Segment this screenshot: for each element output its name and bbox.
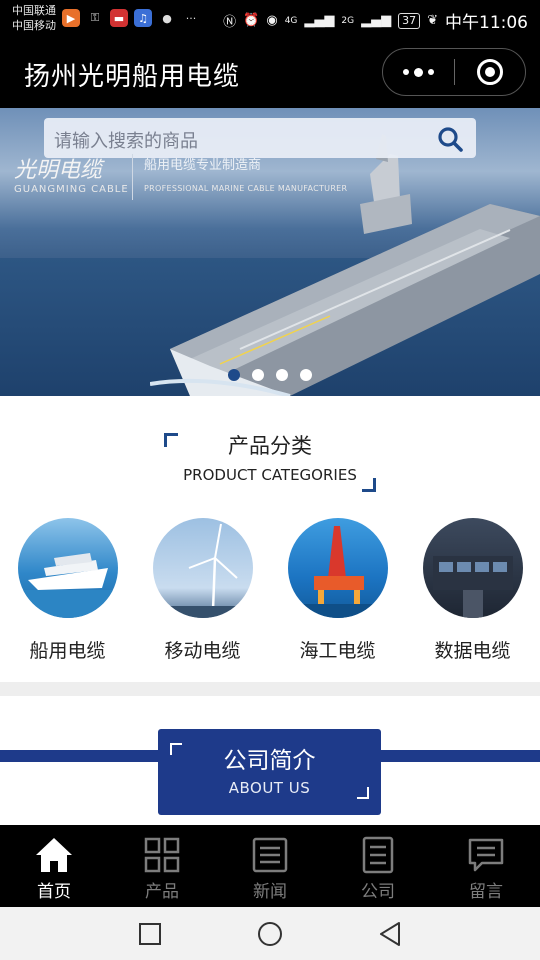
category-label: 数据电缆 <box>434 640 511 662</box>
category-item-offshore-cable[interactable]: 海工电缆 <box>270 518 405 663</box>
leaf-icon: ❦ <box>427 13 438 28</box>
title-bar: 扬州光明船用电缆 <box>0 38 540 108</box>
brand-logo-text: 光明电缆 <box>14 158 103 183</box>
aircraft-carrier-image <box>150 134 540 396</box>
grid-icon <box>144 837 180 873</box>
network-2g-label: 2G <box>341 15 355 26</box>
carousel-dot[interactable] <box>300 369 312 381</box>
list-icon <box>362 836 394 874</box>
network-4g-label: 4G <box>284 15 298 26</box>
categories-subtitle: PRODUCT CATEGORIES <box>183 466 357 484</box>
brand-english: GUANGMING CABLE <box>14 184 129 195</box>
categories-heading: 产品分类 PRODUCT CATEGORIES <box>0 418 540 498</box>
brand-divider <box>132 154 133 200</box>
banner-carousel[interactable]: 请输入搜索的商品 光明电缆 GUANGMING CABLE 船用电缆专业制造商 … <box>0 108 540 396</box>
category-label: 船用电缆 <box>29 640 106 662</box>
video-app-icon: ▶ <box>62 9 80 27</box>
cockpit-panel-image <box>422 518 523 618</box>
capsule-menu <box>382 48 526 96</box>
category-item-data-cable[interactable]: 数据电缆 <box>405 518 540 663</box>
category-label: 移动电缆 <box>164 640 241 662</box>
status-bar: 中国联通 中国移动 ▶ ⚿ ▬ ♫ ● ··· Ⓝ ⏰ ◉ 4G ▂▄▆ 2G … <box>0 0 540 38</box>
more-dot-icon <box>413 67 423 77</box>
eye-icon: ◉ <box>266 13 278 28</box>
category-item-marine-cable[interactable]: 船用电缆 <box>0 518 135 663</box>
carousel-dot[interactable] <box>276 369 288 381</box>
nfc-icon: Ⓝ <box>223 15 237 30</box>
tab-news[interactable]: 新闻 <box>216 825 324 907</box>
tab-products[interactable]: 产品 <box>108 825 216 907</box>
tab-label: 首页 <box>37 882 71 902</box>
tab-label: 留言 <box>469 882 503 902</box>
home-icon <box>36 838 72 872</box>
signal-1-icon: ▂▄▆ <box>304 13 335 28</box>
more-dot-icon <box>427 69 434 75</box>
tab-label: 公司 <box>361 882 395 902</box>
battery-icon: 37 <box>398 12 421 29</box>
system-nav-bar <box>0 907 540 960</box>
news-icon <box>252 837 288 873</box>
clock: 中午11:06 <box>445 13 528 33</box>
close-button[interactable] <box>455 49 526 95</box>
tab-company[interactable]: 公司 <box>324 825 432 907</box>
music-app-icon: ♫ <box>134 9 152 27</box>
more-notifications-icon: ··· <box>185 11 197 25</box>
close-target-icon <box>476 59 503 85</box>
news-app-icon: ▬ <box>110 9 128 27</box>
tab-home[interactable]: 首页 <box>0 825 108 907</box>
alarm-icon: ⏰ <box>243 13 260 28</box>
carrier-1: 中国联通 <box>12 4 56 17</box>
tab-message[interactable]: 留言 <box>432 825 540 907</box>
cruise-ship-image <box>17 518 118 618</box>
about-title: 公司简介 <box>223 748 316 774</box>
notification-icons: ▶ ⚿ ▬ ♫ ● ··· <box>62 9 200 27</box>
bottom-tab-bar: 首页 产品 新闻 公司 留言 <box>0 825 540 907</box>
chat-bubble-icon: ● <box>162 11 172 25</box>
key-icon: ⚿ <box>90 11 100 24</box>
more-button[interactable] <box>383 49 454 95</box>
mini-program-page: 中国联通 中国移动 ▶ ⚿ ▬ ♫ ● ··· Ⓝ ⏰ ◉ 4G ▂▄▆ 2G … <box>0 0 540 960</box>
search-placeholder: 请输入搜索的商品 <box>54 131 198 152</box>
system-status: Ⓝ ⏰ ◉ 4G ▂▄▆ 2G ▂▄▆ 37 ❦ 中午11:06 <box>223 8 528 33</box>
slogan-english: PROFESSIONAL MARINE CABLE MANUFACTURER <box>144 184 348 193</box>
about-us-banner[interactable]: 公司简介 ABOUT US <box>158 729 381 815</box>
page-title: 扬州光明船用电缆 <box>24 62 241 92</box>
tab-label: 新闻 <box>253 882 287 902</box>
carrier-2: 中国移动 <box>12 19 56 32</box>
corner-bracket <box>362 478 376 492</box>
carousel-indicators <box>228 369 312 381</box>
home-circle-icon[interactable] <box>255 919 285 949</box>
corner-bracket <box>357 787 369 799</box>
recent-apps-icon[interactable] <box>135 919 165 949</box>
carrier-info: 中国联通 中国移动 <box>12 3 56 33</box>
offshore-platform-image <box>287 518 388 618</box>
slogan-chinese: 船用电缆专业制造商 <box>144 158 262 173</box>
search-bar[interactable]: 请输入搜索的商品 <box>44 118 476 158</box>
signal-2-icon: ▂▄▆ <box>361 13 392 28</box>
section-divider <box>0 682 540 696</box>
category-item-mobile-cable[interactable]: 移动电缆 <box>135 518 270 663</box>
wind-turbine-image <box>152 518 253 618</box>
carousel-dot[interactable] <box>228 369 240 381</box>
message-icon <box>468 838 504 872</box>
back-triangle-icon[interactable] <box>375 919 405 949</box>
category-label: 海工电缆 <box>299 640 376 662</box>
carousel-dot[interactable] <box>252 369 264 381</box>
category-list: 船用电缆 移动电缆 海工电缆 数据电缆 <box>0 518 540 668</box>
about-subtitle: ABOUT US <box>228 779 311 797</box>
tab-label: 产品 <box>145 882 179 902</box>
categories-title: 产品分类 <box>228 434 312 458</box>
search-icon[interactable] <box>436 125 464 153</box>
more-dot-icon <box>402 69 409 75</box>
